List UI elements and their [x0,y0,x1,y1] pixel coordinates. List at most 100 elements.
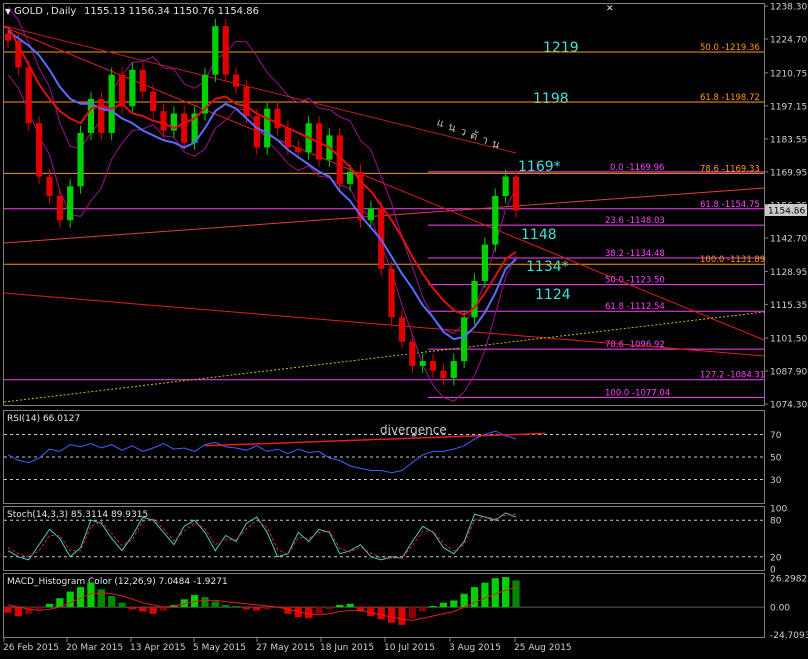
macd-bar [159,607,168,611]
ma-slow-line [7,25,517,317]
x-axis-label: 18 Jun 2015 [320,643,374,653]
candle-body [232,74,240,87]
fib-level-label: 38.2 -1134.48 [605,249,665,259]
candle-body [243,86,250,116]
trading-chart[interactable]: GOLD , Daily 1155.13 1156.34 1150.76 115… [0,0,808,655]
candle-body [367,208,374,221]
macd-axis-label: -24.7093 [770,631,808,641]
candle-body [212,26,219,75]
macd-bar [118,602,126,608]
price-axis-label: 1224.70 [770,36,807,46]
level-label-1124: 1124 [535,287,571,303]
x-axis-label: 26 Feb 2015 [3,643,59,653]
macd-bar [66,591,74,608]
price-axis-label: 1238.30 [770,3,807,13]
x-axis-label: 27 May 2015 [256,643,315,653]
x-axis-label: 3 Aug 2015 [449,643,501,653]
candle-body [429,361,437,371]
candle-body [35,123,43,177]
candle-body [492,196,499,245]
fib-level-label: 100.0 -1131.89 [700,255,765,265]
stoch-axis-label: 20 [770,553,782,563]
ma-fast-line [7,30,517,341]
rsi-axis-label: 70 [770,431,782,441]
macd-axis-label: 0.00 [770,604,790,614]
price-axis-label: 1210.75 [770,69,807,79]
macd-bar [460,593,468,608]
macd-bar [346,603,354,608]
candle-body [502,176,509,197]
price-axis-label: 1101.50 [770,334,807,344]
fib-level-label: 127.2 -1084.31 [700,371,765,381]
candle-body [67,186,74,221]
macd-bar [336,604,344,608]
macd-label: MACD_Histogram Color (12,26,9) 7.0484 -1… [7,577,228,587]
x-axis-label: 10 Jul 2015 [384,643,435,653]
candle-body [471,280,478,318]
candle-body [150,91,157,112]
candle-body [160,111,167,131]
macd-bar [284,607,292,614]
macd-bar [108,596,116,608]
macd-axis-label: 26.2982 [770,574,807,584]
x-axis-label: 25 Aug 2015 [514,643,572,653]
level-label-1134: 1134* [526,259,569,275]
macd-bar [25,607,33,614]
macd-bar [502,577,510,608]
rsi-axis-label: 50 [770,454,782,464]
x-axis-label: 5 May 2015 [193,643,246,653]
close-panel-icon[interactable]: ✕ [606,4,614,14]
macd-bar [481,582,489,608]
stoch-axis-label: 100 [770,505,787,515]
level-label-1198: 1198 [533,91,569,107]
macd-bar [149,607,157,614]
candle-body [77,132,84,187]
macd-bar [14,607,22,616]
dropdown-arrow-icon[interactable]: ▼ [5,7,12,16]
fib-level-label: 61.8 -1154.75 [700,200,760,210]
macd-bar [408,607,416,619]
fib-level-label: 61.8 -1112.54 [605,302,665,312]
macd-bar [128,607,137,610]
candle-body [56,196,63,221]
price-axis-label: 1156.35 [770,201,807,211]
candle-body [295,147,302,153]
macd-bar [242,607,251,610]
price-axis-label: 1115.35 [770,301,807,311]
macd-bar [97,589,105,608]
macd-bar [263,607,271,610]
fib-level-label: 100.0 -1077.04 [605,388,670,398]
macd-bar [201,597,209,608]
macd-bar [35,607,43,610]
rsi-axis-label: 30 [770,476,782,486]
candle-body [98,98,105,133]
macd-bar [419,607,427,612]
candle-body [461,317,468,362]
chart-header-ohlc: 1155.13 1156.34 1150.76 1154.86 [84,6,259,17]
candle-body [398,317,406,342]
candle-body [222,26,229,75]
macd-bar [398,607,406,625]
macd-bar [305,607,313,619]
fib-level-label: 61.8 -1198.72 [700,93,760,103]
stoch-axis-label: 80 [770,517,782,527]
candle-body [264,108,271,148]
price-axis-label: 1074.30 [770,401,807,411]
level-label-1219: 1219 [543,40,579,56]
candle-body [440,370,447,379]
candle-body [419,361,426,366]
price-axis-label: 1087.90 [770,367,807,377]
x-axis-label: 13 Apr 2015 [130,643,186,653]
stoch-label: Stoch(14,3,3) 85.3114 89.9315 [7,510,148,520]
macd-bar [139,607,147,612]
fib-level-label: 78.6 -1169.33 [700,164,760,174]
level-label-1148: 1148 [521,227,557,243]
macd-bar [4,607,12,613]
macd-bar [512,580,520,608]
chart-header-comma: , [46,6,49,17]
candle-body [129,69,136,107]
chart-header-timeframe: Daily [51,6,76,17]
price-axis-label: 1197.15 [770,102,807,112]
macd-bar [439,602,448,608]
candle-body [181,113,188,143]
